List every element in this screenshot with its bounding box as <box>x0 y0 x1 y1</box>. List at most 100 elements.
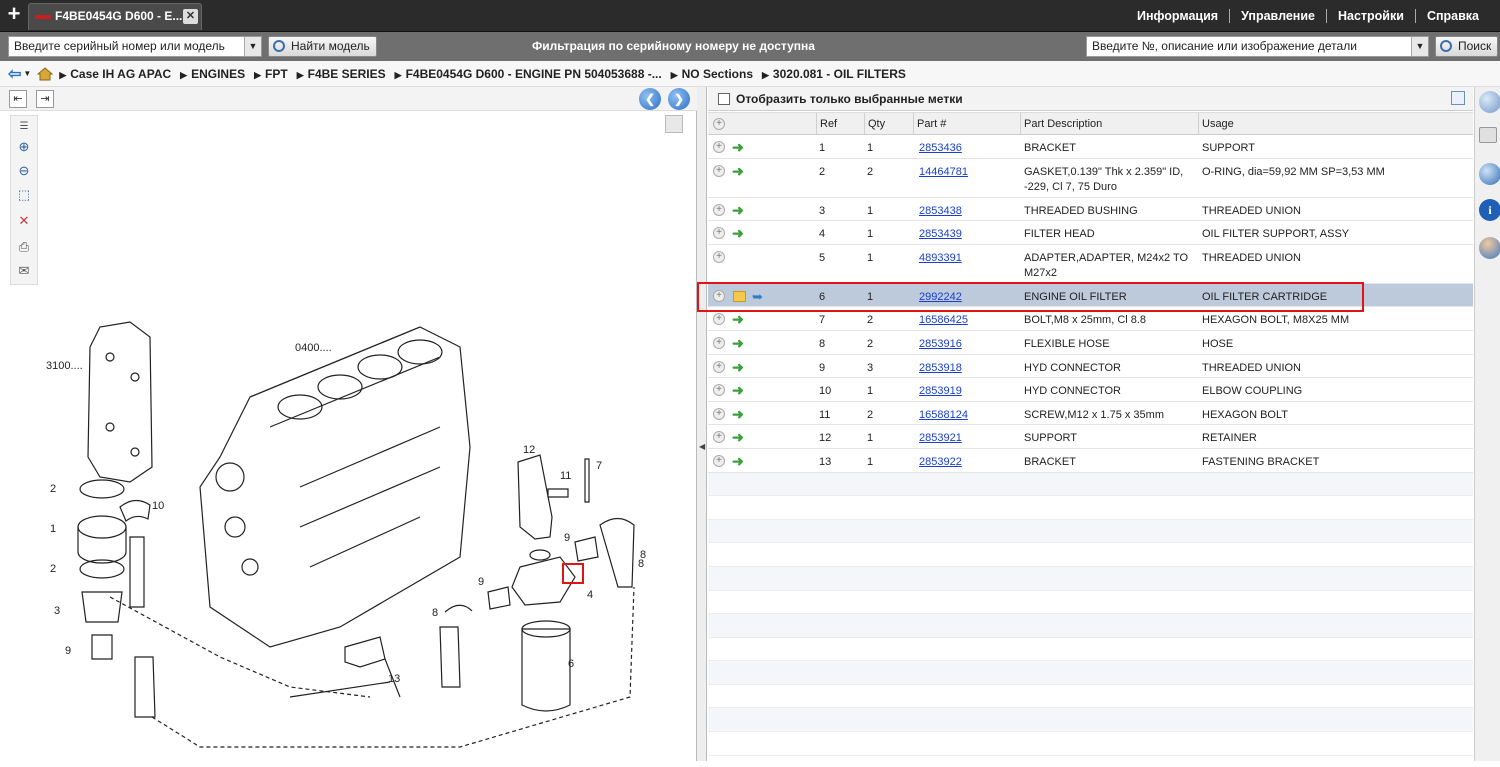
fit-to-window-icon[interactable]: ⬚ <box>15 186 33 204</box>
search-icon[interactable] <box>1479 91 1500 113</box>
expand-row-icon[interactable]: + <box>713 431 725 444</box>
new-tab-button[interactable]: + <box>4 3 24 26</box>
drawing-callout[interactable]: 8 <box>432 607 438 619</box>
part-number-link[interactable]: 2853916 <box>919 337 962 352</box>
drawing-callout[interactable]: 7 <box>596 460 602 472</box>
menu-info[interactable]: Информация <box>1126 9 1229 23</box>
drawing-callout[interactable]: 3 <box>54 605 60 617</box>
tab-active[interactable]: F4BE0454G D600 - E... ✕ <box>28 3 202 30</box>
menu-manage[interactable]: Управление <box>1230 9 1326 23</box>
close-icon[interactable]: ✕ <box>183 9 198 24</box>
menu-settings[interactable]: Настройки <box>1327 9 1415 23</box>
table-row[interactable]: + ➜ 13 1 2853922 BRACKET FASTENING BRACKET <box>708 449 1473 473</box>
part-number-link[interactable]: 2853438 <box>919 204 962 219</box>
drawing-callout[interactable]: 4 <box>587 589 593 601</box>
go-to-arrow-icon[interactable]: ➜ <box>732 312 748 326</box>
drawing-callout[interactable]: 11 <box>560 470 571 482</box>
table-row[interactable]: + ➜ 9 3 2853918 HYD CONNECTOR THREADED UNION <box>708 355 1473 379</box>
expand-row-icon[interactable]: + <box>713 203 725 216</box>
back-arrow-icon[interactable]: ⇦ <box>8 64 21 84</box>
part-number-link[interactable]: 2853921 <box>919 431 962 446</box>
go-to-arrow-icon[interactable]: ➜ <box>732 383 748 397</box>
go-to-arrow-icon[interactable]: ➜ <box>732 203 748 217</box>
col-ref[interactable]: Ref <box>816 113 864 135</box>
part-search-input[interactable]: Введите №, описание или изображение дета… <box>1086 36 1429 57</box>
table-row[interactable]: + ➜ 3 1 2853438 THREADED BUSHING THREADED UNIO… <box>708 198 1473 222</box>
email-icon[interactable]: ✉ <box>15 262 33 280</box>
go-to-arrow-icon[interactable]: ➜ <box>732 140 748 154</box>
search-button[interactable]: Поиск <box>1435 36 1499 57</box>
menu-icon[interactable]: ☰ <box>15 118 33 136</box>
part-number-link[interactable]: 14464781 <box>919 165 968 180</box>
breadcrumb-item[interactable]: FPT <box>254 67 288 81</box>
expand-row-icon[interactable]: + <box>713 454 725 467</box>
part-number-link[interactable]: 2853918 <box>919 361 962 376</box>
go-to-arrow-icon[interactable]: ➜ <box>732 430 748 444</box>
go-to-arrow-icon[interactable]: ➜ <box>732 164 748 178</box>
drawing-callout[interactable]: 9 <box>65 645 71 657</box>
table-row[interactable]: + ➜ 12 1 2853921 SUPPORT RETAINER <box>708 425 1473 449</box>
breadcrumb-item[interactable]: ENGINES <box>180 67 245 81</box>
collapse-arrow-icon[interactable]: ◀ <box>699 442 705 458</box>
expand-row-icon[interactable]: + <box>713 336 725 349</box>
zoom-in-icon[interactable]: ⊕ <box>15 138 33 156</box>
table-row[interactable]: + ➜ 4 1 2853439 FILTER HEAD OIL FILTER SUPPORT… <box>708 221 1473 245</box>
table-row[interactable]: +5 1 4893391 ADAPTER,ADAPTER, M24x2 TO M27x… <box>708 245 1473 284</box>
col-part[interactable]: Part # <box>913 113 1020 135</box>
document-icon[interactable] <box>1479 127 1497 143</box>
drawing-overview-toggle[interactable] <box>665 115 683 133</box>
go-to-arrow-icon[interactable]: ➜ <box>732 360 748 374</box>
breadcrumb-item[interactable]: F4BE0454G D600 - ENGINE PN 504053688 -..… <box>395 67 662 81</box>
drawing-callout[interactable]: 9 <box>478 576 484 588</box>
column-options-icon[interactable] <box>1451 91 1465 105</box>
drawing-callout[interactable]: 10 <box>152 500 164 512</box>
previous-arrow-icon[interactable]: ❮ <box>639 88 661 110</box>
pane-splitter[interactable]: ◀ <box>697 87 707 761</box>
part-number-link[interactable]: 4893391 <box>919 251 962 266</box>
drawing-callout[interactable]: 6 <box>568 658 574 670</box>
next-page-icon[interactable]: ⇥ <box>36 90 54 108</box>
drawing-callout[interactable]: 12 <box>523 444 535 456</box>
info-icon[interactable]: i <box>1479 199 1500 221</box>
table-row[interactable]: + ➜ 8 2 2853916 FLEXIBLE HOSE HOSE <box>708 331 1473 355</box>
zoom-out-icon[interactable]: ⊖ <box>15 162 33 180</box>
find-model-button[interactable]: Найти модель <box>268 36 377 57</box>
expand-row-icon[interactable]: + <box>713 360 725 373</box>
go-to-arrow-icon[interactable]: ➜ <box>732 226 748 240</box>
expand-row-icon[interactable]: + <box>713 313 725 326</box>
user-icon[interactable] <box>1479 237 1500 259</box>
part-number-link[interactable]: 2853436 <box>919 141 962 156</box>
exploded-parts-drawing[interactable]: 3100.... 0400.... 1 2 2 3 9 10 12 11 7 9… <box>40 227 680 767</box>
serial-search-input[interactable]: Введите серийный номер или модель ▼ <box>8 36 262 57</box>
expand-all-icon[interactable]: + <box>713 118 725 130</box>
go-to-arrow-icon[interactable]: ➜ <box>732 454 748 468</box>
drawing-callout[interactable]: 2 <box>50 563 56 575</box>
drawing-callout[interactable]: 1 <box>50 523 56 535</box>
col-qty[interactable]: Qty <box>864 113 913 135</box>
home-icon[interactable] <box>37 66 54 81</box>
part-number-link[interactable]: 2853922 <box>919 455 962 470</box>
drawing-callout[interactable]: 13 <box>388 673 400 685</box>
next-arrow-icon[interactable]: ❯ <box>668 88 690 110</box>
show-selected-checkbox[interactable] <box>718 93 730 105</box>
chevron-down-icon[interactable]: ▼ <box>1411 37 1428 56</box>
expand-row-icon[interactable]: + <box>713 227 725 240</box>
print-icon[interactable]: ⎙ <box>15 238 33 256</box>
globe-icon[interactable] <box>1479 163 1500 185</box>
breadcrumb-item[interactable]: Case IH AG APAC <box>59 67 171 81</box>
drawing-callout[interactable]: 2 <box>50 483 56 495</box>
part-number-link[interactable]: 2853919 <box>919 384 962 399</box>
part-number-link[interactable]: 16586425 <box>919 313 968 328</box>
go-to-arrow-icon[interactable]: ➜ <box>732 407 748 421</box>
table-row[interactable]: + ➜ 11 2 16588124 SCREW,M12 x 1.75 x 35mm HEXA… <box>708 402 1473 426</box>
col-description[interactable]: Part Description <box>1020 113 1198 135</box>
menu-help[interactable]: Справка <box>1416 9 1490 23</box>
table-row[interactable]: + ➜ 1 1 2853436 BRACKET SUPPORT <box>708 135 1473 159</box>
breadcrumb-item[interactable]: F4BE SERIES <box>297 67 386 81</box>
chevron-down-icon[interactable]: ▼ <box>244 37 261 56</box>
table-row[interactable]: + ➜ 10 1 2853919 HYD CONNECTOR ELBOW COUPLING <box>708 378 1473 402</box>
expand-row-icon[interactable]: + <box>713 250 725 263</box>
go-to-arrow-icon[interactable]: ➜ <box>732 336 748 350</box>
expand-row-icon[interactable]: + <box>713 141 725 153</box>
expand-row-icon[interactable]: + <box>713 407 725 420</box>
